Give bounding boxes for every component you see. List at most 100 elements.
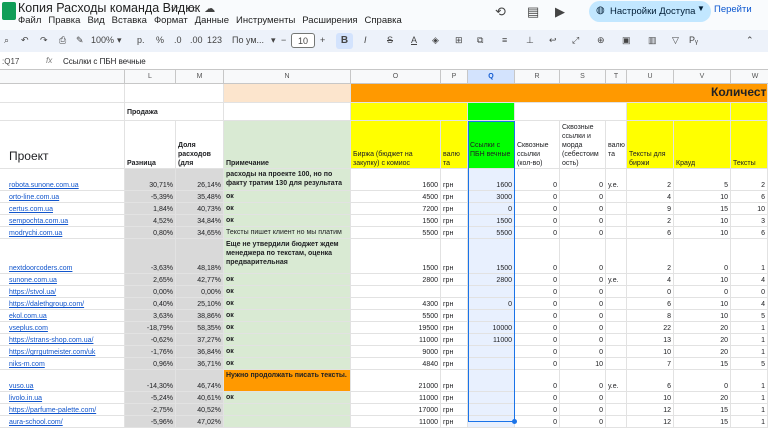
italic-icon[interactable]: I [364,35,367,45]
currency2-cell[interactable] [606,239,627,274]
currency-cell[interactable]: грн [441,215,468,227]
texts-cell[interactable]: 3 [731,215,768,227]
menu-item[interactable]: Файл [18,15,41,26]
expense-share-cell[interactable]: 35,48% [176,191,224,203]
font-size-input[interactable]: 10 [291,33,315,48]
pbn-links-cell[interactable] [468,286,515,298]
crowd-cell[interactable]: 20 [674,346,731,358]
crowd-cell[interactable]: 0 [674,239,731,274]
expense-share-cell[interactable]: 25,10% [176,298,224,310]
exchange-budget-cell[interactable]: 1500 [351,239,441,274]
project-link[interactable]: orto-line.com.ua [0,191,125,203]
project-link[interactable]: nextdoorcoders.com [0,239,125,274]
chevron-down-icon[interactable]: ▼ [697,4,705,13]
currency-cell[interactable]: грн [441,227,468,239]
currency2-cell[interactable]: у.е. [606,274,627,286]
crowd-cell[interactable]: 0 [674,286,731,298]
sitewide-links-cell[interactable]: 0 [515,239,560,274]
sitewide-cost-cell[interactable]: 0 [560,191,606,203]
currency2-cell[interactable] [606,310,627,322]
texts-cell[interactable]: 1 [731,370,768,392]
project-link[interactable]: https://stvol.ua/ [0,286,125,298]
texts-cell[interactable]: 10 [731,203,768,215]
go-button[interactable]: Перейти [714,4,752,15]
currency2-cell[interactable] [606,334,627,346]
exchange-budget-cell[interactable]: 11000 [351,416,441,428]
currency-cell[interactable]: грн [441,274,468,286]
share-button[interactable]: ◍ Настройки Доступа ▼ [589,1,711,22]
expense-share-cell[interactable]: 47,02% [176,416,224,428]
currency2-cell[interactable]: у.е. [606,169,627,191]
exchange-budget-cell[interactable]: 9000 [351,346,441,358]
sitewide-links-cell[interactable]: 0 [515,404,560,416]
note-cell[interactable] [224,404,351,416]
exchange-texts-cell[interactable]: 6 [627,227,674,239]
menu-item[interactable]: Данные [195,15,229,26]
text-rotation-icon[interactable]: ⤢ [572,35,579,46]
menu-item[interactable]: Справка [365,15,402,26]
difference-cell[interactable]: -14,30% [125,370,176,392]
currency2-cell[interactable] [606,358,627,370]
column-header-n[interactable]: N [224,70,351,84]
formula-input[interactable]: Ссылки с ПБН вечные [63,57,146,66]
exchange-budget-cell[interactable]: 5500 [351,227,441,239]
borders-icon[interactable]: ⊞ [455,35,463,46]
exchange-texts-cell[interactable]: 7 [627,358,674,370]
exchange-texts-cell[interactable]: 4 [627,191,674,203]
font-size-increase-icon[interactable]: + [320,35,325,45]
difference-cell[interactable]: -0,62% [125,334,176,346]
currency-cell[interactable]: грн [441,322,468,334]
sitewide-cost-cell[interactable]: 0 [560,298,606,310]
currency-cell[interactable]: грн [441,310,468,322]
pbn-links-cell[interactable] [468,416,515,428]
column-header-w[interactable]: W [731,70,768,84]
exchange-texts-cell[interactable]: 22 [627,322,674,334]
font-size-decrease-icon[interactable]: − [281,35,286,45]
note-cell[interactable]: ок [224,298,351,310]
sitewide-links-cell[interactable]: 0 [515,298,560,310]
exchange-budget-cell[interactable]: 11000 [351,392,441,404]
texts-cell[interactable]: 0 [731,286,768,298]
sitewide-cost-cell[interactable]: 0 [560,404,606,416]
crowd-cell[interactable]: 15 [674,404,731,416]
pbn-links-cell[interactable]: 5500 [468,227,515,239]
menu-item[interactable]: Правка [48,15,80,26]
bold-icon[interactable]: B [336,33,353,49]
note-cell[interactable]: расходы на проекте 100, но по факту трат… [224,169,351,191]
currency2-cell[interactable]: у.е. [606,370,627,392]
expense-share-cell[interactable]: 40,61% [176,392,224,404]
project-link[interactable]: ekol.com.ua [0,310,125,322]
texts-cell[interactable]: 1 [731,416,768,428]
expense-share-cell[interactable]: 38,86% [176,310,224,322]
exchange-texts-cell[interactable]: 2 [627,169,674,191]
exchange-texts-cell[interactable]: 4 [627,274,674,286]
decrease-decimal-button[interactable]: .0 [174,35,182,45]
sitewide-links-cell[interactable]: 0 [515,370,560,392]
note-cell[interactable]: ок [224,274,351,286]
crowd-cell[interactable]: 15 [674,358,731,370]
note-cell[interactable]: ок [224,191,351,203]
texts-cell[interactable]: 1 [731,404,768,416]
currency-cell[interactable]: грн [441,346,468,358]
crowd-cell[interactable]: 10 [674,274,731,286]
sitewide-cost-cell[interactable]: 0 [560,370,606,392]
currency2-cell[interactable] [606,298,627,310]
note-cell[interactable]: ок [224,310,351,322]
currency-cell[interactable]: грн [441,191,468,203]
sitewide-links-cell[interactable]: 0 [515,392,560,404]
exchange-texts-cell[interactable]: 10 [627,392,674,404]
texts-cell[interactable]: 1 [731,346,768,358]
crowd-cell[interactable]: 10 [674,191,731,203]
column-header-u[interactable]: U [627,70,674,84]
pbn-links-cell[interactable]: 1600 [468,169,515,191]
pbn-links-cell[interactable]: 0 [468,298,515,310]
undo-icon[interactable]: ↶ [21,35,29,46]
sitewide-links-cell[interactable]: 0 [515,346,560,358]
expense-share-cell[interactable]: 42,77% [176,274,224,286]
project-link[interactable]: https://grrgutmeister.com/uk [0,346,125,358]
menu-item[interactable]: Вид [87,15,104,26]
menu-item[interactable]: Вставка [112,15,147,26]
text-color-icon[interactable]: A [411,35,417,45]
exchange-budget-cell[interactable]: 11000 [351,334,441,346]
zoom-select[interactable]: 100% [91,35,114,45]
